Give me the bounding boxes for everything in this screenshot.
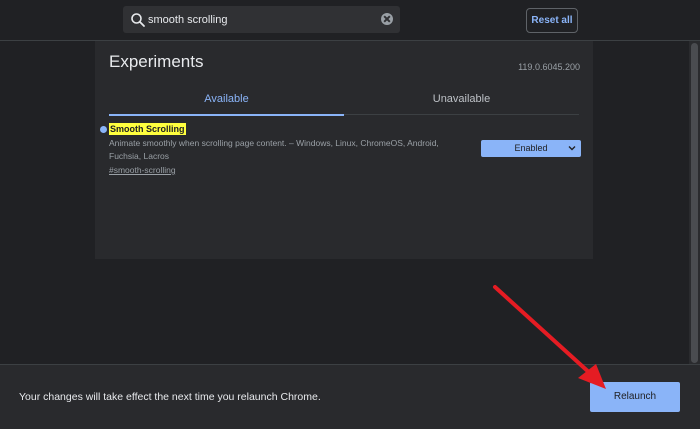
clear-icon[interactable] <box>381 13 393 25</box>
tab-unavailable[interactable]: Unavailable <box>344 88 579 114</box>
scrollbar-thumb[interactable] <box>691 43 698 363</box>
right-margin <box>593 41 700 364</box>
reset-all-button[interactable]: Reset all <box>526 8 578 33</box>
relaunch-button[interactable]: Relaunch <box>590 382 680 412</box>
experiments-panel: Experiments 119.0.6045.200 Available Una… <box>95 41 593 259</box>
scrollbar[interactable] <box>689 41 700 364</box>
flag-description: Animate smoothly when scrolling page con… <box>109 138 439 161</box>
relaunch-message: Your changes will take effect the next t… <box>19 391 321 403</box>
flag-permalink[interactable]: #smooth-scrolling <box>109 165 176 175</box>
search-icon <box>131 13 145 27</box>
page-title: Experiments <box>109 52 204 71</box>
top-bar: Reset all <box>0 0 700 41</box>
search-input[interactable] <box>148 6 368 33</box>
flag-name: Smooth Scrolling <box>109 123 186 135</box>
search-box[interactable] <box>123 6 400 33</box>
relaunch-bar: Your changes will take effect the next t… <box>0 364 700 429</box>
flag-item: Smooth Scrolling Animate smoothly when s… <box>100 123 585 183</box>
modified-indicator-dot <box>100 126 107 133</box>
tab-bar: Available Unavailable <box>109 88 579 116</box>
tab-available[interactable]: Available <box>109 88 344 116</box>
left-margin <box>0 41 95 364</box>
chevron-down-icon <box>568 146 576 151</box>
version-label: 119.0.6045.200 <box>518 62 580 72</box>
flag-state-select[interactable]: Enabled <box>481 140 581 157</box>
select-value: Enabled <box>514 143 548 153</box>
